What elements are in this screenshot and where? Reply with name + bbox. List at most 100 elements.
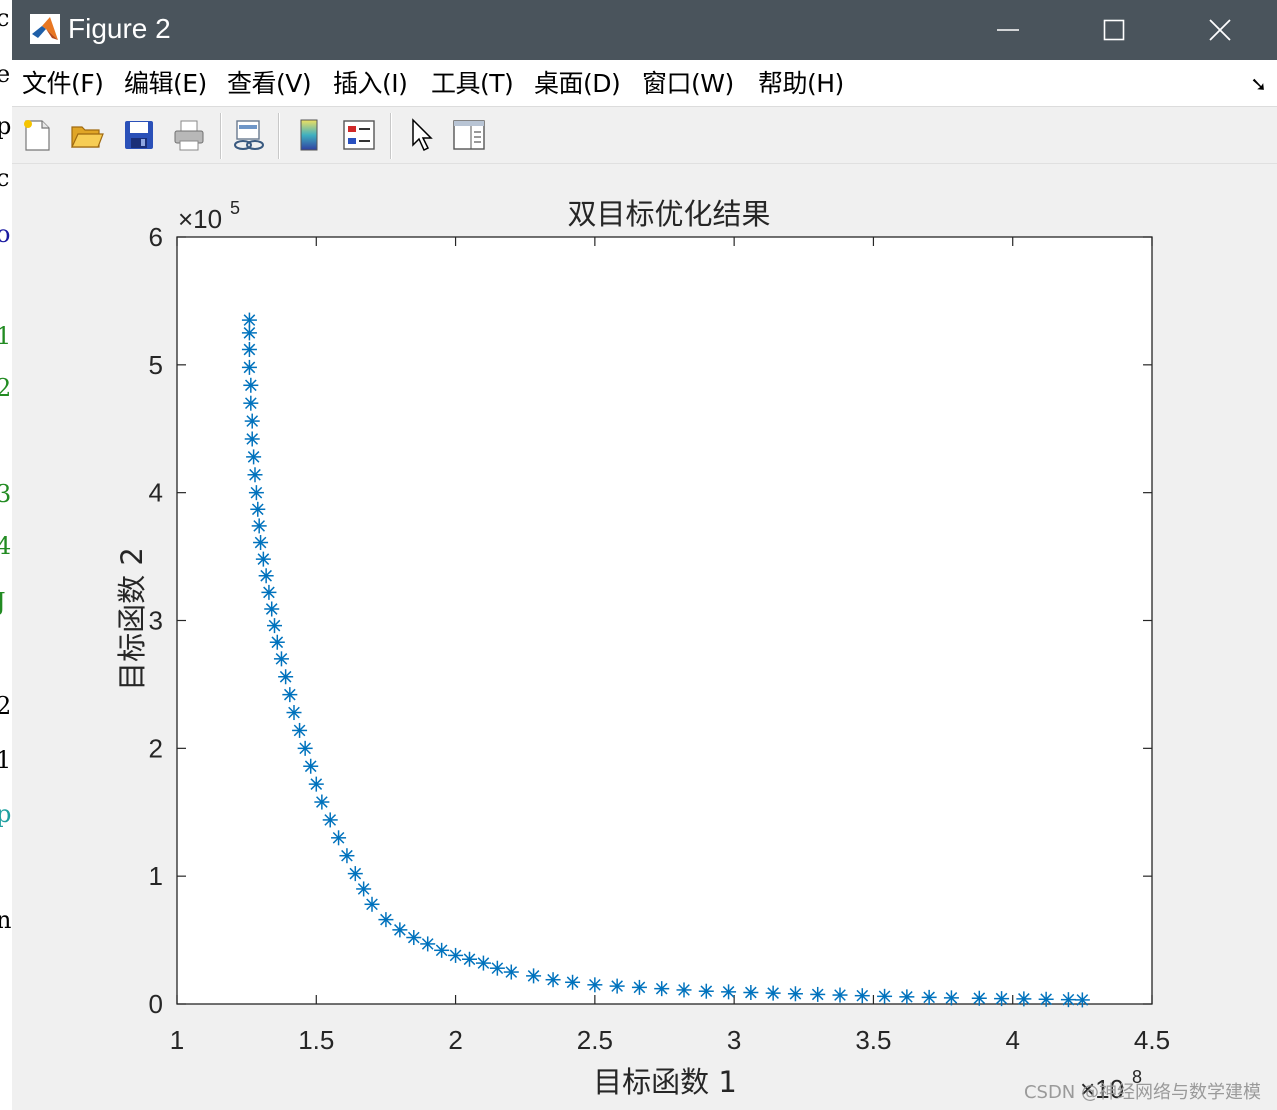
print-button[interactable] [168,113,210,157]
menu-file[interactable]: 文件(F) [22,68,104,100]
y-tick-label: 5 [149,350,163,380]
new-figure-button[interactable] [16,113,58,157]
x-tick-labels: 1 1.5 2 2.5 3 3.5 4 4.5 [170,1025,1170,1055]
scatter-plot[interactable]: 1 1.5 2 2.5 3 3.5 4 4.5 0123456 双目标优化结果 目标函数 1 … [12,164,1277,1110]
data-point [322,812,338,828]
data-point [698,983,714,999]
data-point [267,618,282,634]
title-bar[interactable]: Figure 2 [12,0,1277,60]
y-tick-labels: 0 1 2 3 4 5 6 [149,222,163,1019]
maximize-button[interactable] [1062,0,1166,60]
x-tick-label: 1.5 [298,1025,334,1055]
data-point [1074,992,1090,1008]
data-point [921,989,937,1005]
data-point [241,325,257,341]
pointer-button[interactable] [400,113,442,157]
colorbar-button[interactable] [288,113,330,157]
y-tick-label: 0 [149,989,163,1019]
menu-view[interactable]: 查看(V) [227,68,312,100]
data-point [810,986,826,1002]
data-point [765,985,781,1001]
y-axis-label: 目标函数 2 [115,547,149,691]
chart-title: 双目标优化结果 [567,197,770,231]
data-point [243,377,259,393]
toolbar-separator [390,113,391,159]
legend-button[interactable] [338,113,380,157]
close-button[interactable] [1168,0,1272,60]
data-point [475,955,491,971]
new-figure-icon [24,120,50,151]
watermark: CSDN @神经网络与数学建模 [1023,1082,1261,1103]
data-point [526,968,542,984]
x-axis-label: 目标函数 1 [593,1065,737,1099]
data-point [420,936,436,952]
data-point [269,634,285,650]
data-point [273,651,289,667]
toolbar-separator [278,113,279,159]
data-point [244,413,260,429]
data-point [676,982,692,998]
data-point [587,977,603,993]
data-point [877,988,893,1004]
data-point [308,776,324,792]
property-inspector-button[interactable] [448,113,490,157]
x-tick-label: 3.5 [855,1025,891,1055]
data-point [364,896,380,912]
link-plot-icon [234,120,264,150]
data-point [787,986,803,1002]
data-point [448,947,464,963]
data-point [278,669,294,685]
menu-help[interactable]: 帮助(H) [758,68,844,100]
figure-canvas: 1 1.5 2 2.5 3 3.5 4 4.5 0123456 双目标优化结果 目标函数 1 … [12,164,1277,1110]
data-point [258,568,274,584]
data-point [261,584,277,600]
open-file-icon [71,126,104,148]
maximize-icon [1103,19,1125,41]
data-point [971,990,987,1006]
y-tick-label: 2 [149,733,163,763]
data-point [247,467,263,483]
data-point [406,930,422,946]
data-point [282,687,298,703]
menu-insert[interactable]: 插入(I) [333,68,408,100]
data-point [1038,991,1054,1007]
open-file-button[interactable] [66,113,108,157]
link-plot-button[interactable] [228,113,270,157]
data-point [241,359,257,375]
property-inspector-icon [453,120,485,150]
x-tick-label: 4.5 [1134,1025,1170,1055]
toolbar-separator [220,113,221,159]
data-point [609,978,625,994]
save-button[interactable] [118,113,160,157]
y-tick-label: 4 [149,478,163,508]
data-point [434,942,450,958]
minimize-icon [997,29,1019,31]
data-point [721,984,737,1000]
y-tick-label: 6 [149,222,163,252]
data-point [743,984,759,1000]
figure-toolbar [12,107,1277,164]
minimize-button[interactable] [956,0,1060,60]
data-point [994,991,1010,1007]
data-point [462,951,477,967]
svg-text:×10: ×10 [178,204,222,234]
menu-bar: 文件(F) 编辑(E) 查看(V) 插入(I) 工具(T) 桌面(D) 窗口(W… [12,60,1277,107]
save-icon [125,121,153,149]
data-point [246,449,262,465]
menu-tools[interactable]: 工具(T) [431,68,514,100]
menu-edit[interactable]: 编辑(E) [124,68,207,100]
x-tick-label: 1 [170,1025,184,1055]
y-exponent-label: ×10 5 [178,198,240,234]
menu-window[interactable]: 窗口(W) [642,68,734,100]
data-point [378,912,394,928]
y-tick-label: 1 [149,861,163,891]
data-point [250,501,266,517]
legend-icon [343,120,375,150]
data-point [255,551,271,567]
dock-arrow-icon[interactable]: ➘ [1250,72,1267,96]
menu-desktop[interactable]: 桌面(D) [534,68,621,100]
data-point [943,990,959,1006]
x-tick-label: 2 [448,1025,462,1055]
data-point [392,922,408,938]
pointer-icon [412,118,433,152]
